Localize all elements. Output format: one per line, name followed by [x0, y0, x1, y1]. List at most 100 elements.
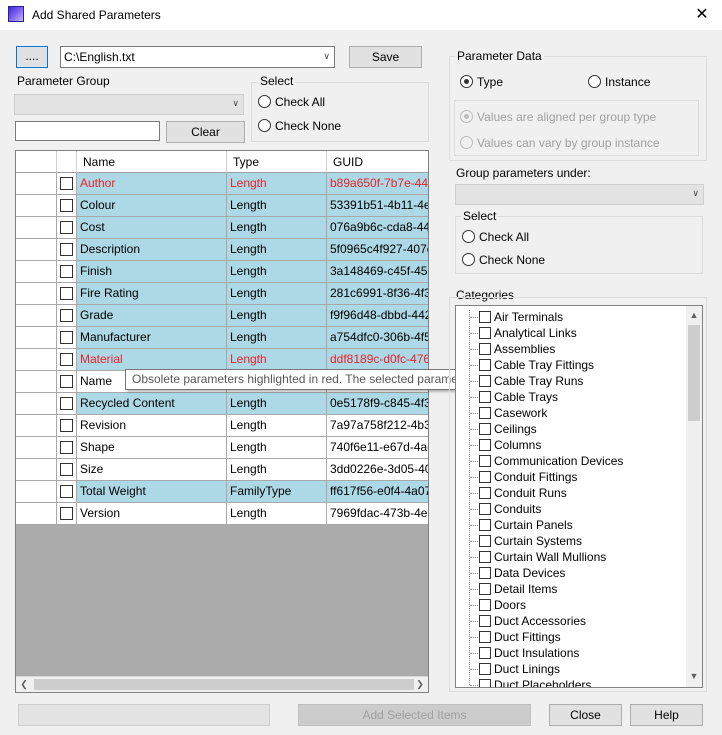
- checkbox-icon[interactable]: [479, 567, 491, 579]
- column-header-guid[interactable]: GUID: [327, 151, 428, 173]
- checkbox-icon[interactable]: [479, 455, 491, 467]
- category-check-all-option[interactable]: Check All: [462, 230, 529, 244]
- instance-option[interactable]: Instance: [588, 75, 650, 89]
- checkbox-icon[interactable]: [479, 407, 491, 419]
- table-row[interactable]: Recycled ContentLength0e5178f9-c845-4f3c…: [16, 393, 428, 415]
- row-header[interactable]: [16, 239, 57, 261]
- checkbox-icon[interactable]: [479, 375, 491, 387]
- category-item[interactable]: Duct Accessories: [456, 613, 686, 629]
- parameter-group-combo[interactable]: ∨: [14, 94, 244, 115]
- row-header[interactable]: [16, 195, 57, 217]
- category-check-none-option[interactable]: Check None: [462, 253, 545, 267]
- checkbox-icon[interactable]: [479, 551, 491, 563]
- table-row[interactable]: VersionLength7969fdac-473b-4e59: [16, 503, 428, 525]
- checkbox-icon[interactable]: [479, 503, 491, 515]
- table-row[interactable]: FinishLength3a148469-c45f-458a: [16, 261, 428, 283]
- row-checkbox-cell[interactable]: [57, 437, 77, 459]
- row-header[interactable]: [16, 261, 57, 283]
- table-row[interactable]: Fire RatingLength281c6991-8f36-4f34-: [16, 283, 428, 305]
- checkbox-icon[interactable]: [60, 243, 73, 256]
- row-header[interactable]: [16, 327, 57, 349]
- category-item[interactable]: Air Terminals: [456, 309, 686, 325]
- checkbox-icon[interactable]: [479, 647, 491, 659]
- category-item[interactable]: Duct Linings: [456, 661, 686, 677]
- table-row[interactable]: GradeLengthf9f96d48-dbbd-4424-: [16, 305, 428, 327]
- category-item[interactable]: Assemblies: [456, 341, 686, 357]
- table-row[interactable]: AuthorLengthb89a650f-7b7e-44ff-8: [16, 173, 428, 195]
- add-selected-items-button[interactable]: Add Selected Items: [298, 704, 531, 726]
- category-item[interactable]: Cable Tray Runs: [456, 373, 686, 389]
- checkbox-icon[interactable]: [60, 397, 73, 410]
- category-item[interactable]: Detail Items: [456, 581, 686, 597]
- category-item[interactable]: Duct Insulations: [456, 645, 686, 661]
- table-row[interactable]: Total WeightFamilyTypeff617f56-e0f4-4a07…: [16, 481, 428, 503]
- column-header-name[interactable]: Name: [77, 151, 227, 173]
- category-item[interactable]: Conduit Runs: [456, 485, 686, 501]
- row-header[interactable]: [16, 349, 57, 371]
- row-header[interactable]: [16, 305, 57, 327]
- checkbox-icon[interactable]: [479, 311, 491, 323]
- category-item[interactable]: Cable Trays: [456, 389, 686, 405]
- row-checkbox-cell[interactable]: [57, 261, 77, 283]
- row-checkbox-cell[interactable]: [57, 283, 77, 305]
- table-row[interactable]: ShapeLength740f6e11-e67d-4ae7: [16, 437, 428, 459]
- parameter-grid[interactable]: Name Type GUID Author Length b89a650f-7b7e…: [15, 150, 429, 693]
- vary-option[interactable]: Values can vary by group instance: [460, 136, 660, 150]
- checkbox-icon[interactable]: [60, 265, 73, 278]
- checkbox-icon[interactable]: [479, 471, 491, 483]
- category-item[interactable]: Curtain Wall Mullions: [456, 549, 686, 565]
- row-header[interactable]: [16, 393, 57, 415]
- close-window-button[interactable]: ✕: [686, 2, 718, 28]
- checkbox-icon[interactable]: [479, 343, 491, 355]
- table-row[interactable]: ManufacturerLengtha754dfc0-306b-4f5f-b: [16, 327, 428, 349]
- checkbox-icon[interactable]: [60, 375, 73, 388]
- category-item[interactable]: Casework: [456, 405, 686, 421]
- checkbox-icon[interactable]: [479, 439, 491, 451]
- checkbox-icon[interactable]: [60, 507, 73, 520]
- scroll-down-icon[interactable]: ▼: [686, 671, 702, 681]
- checkbox-icon[interactable]: [479, 519, 491, 531]
- scroll-left-icon[interactable]: ❮: [16, 679, 32, 690]
- category-item[interactable]: Conduit Fittings: [456, 469, 686, 485]
- group-under-combo[interactable]: ∨: [455, 184, 704, 205]
- category-item[interactable]: Analytical Links: [456, 325, 686, 341]
- checkbox-icon[interactable]: [60, 441, 73, 454]
- type-option[interactable]: Type: [460, 75, 503, 89]
- column-header-type[interactable]: Type: [227, 151, 327, 173]
- row-header[interactable]: [16, 217, 57, 239]
- category-item[interactable]: Data Devices: [456, 565, 686, 581]
- category-item[interactable]: Doors: [456, 597, 686, 613]
- save-button[interactable]: Save: [349, 46, 422, 68]
- table-row[interactable]: Description Length 5f0965c4f927-407e-: [16, 239, 428, 261]
- checkbox-icon[interactable]: [60, 331, 73, 344]
- row-checkbox-cell[interactable]: [57, 503, 77, 525]
- category-item[interactable]: Ceilings: [456, 421, 686, 437]
- help-button[interactable]: Help: [630, 704, 703, 726]
- row-checkbox-cell[interactable]: [57, 239, 77, 261]
- group-filter-input[interactable]: [15, 121, 160, 141]
- category-item[interactable]: Columns: [456, 437, 686, 453]
- row-header[interactable]: [16, 415, 57, 437]
- aligned-option[interactable]: Values are aligned per group type: [460, 110, 656, 124]
- row-header[interactable]: [16, 503, 57, 525]
- close-button[interactable]: Close: [549, 704, 622, 726]
- row-checkbox-cell[interactable]: [57, 327, 77, 349]
- categories-scroll-thumb[interactable]: [688, 325, 700, 421]
- row-checkbox-cell[interactable]: [57, 481, 77, 503]
- category-item[interactable]: Communication Devices: [456, 453, 686, 469]
- category-item[interactable]: Duct Placeholders: [456, 677, 686, 687]
- checkbox-icon[interactable]: [60, 463, 73, 476]
- clear-button[interactable]: Clear: [166, 121, 245, 143]
- row-header[interactable]: [16, 173, 57, 195]
- browse-button[interactable]: ....: [16, 46, 48, 68]
- checkbox-icon[interactable]: [60, 353, 73, 366]
- categories-tree[interactable]: Air Terminals Analytical Links Assemblies C…: [455, 305, 703, 688]
- checkbox-icon[interactable]: [60, 287, 73, 300]
- checkbox-icon[interactable]: [479, 487, 491, 499]
- checkbox-icon[interactable]: [60, 485, 73, 498]
- scroll-up-icon[interactable]: ▲: [686, 310, 702, 320]
- row-header[interactable]: [16, 437, 57, 459]
- category-item[interactable]: Cable Tray Fittings: [456, 357, 686, 373]
- row-checkbox-cell[interactable]: [57, 393, 77, 415]
- checkbox-icon[interactable]: [60, 177, 73, 190]
